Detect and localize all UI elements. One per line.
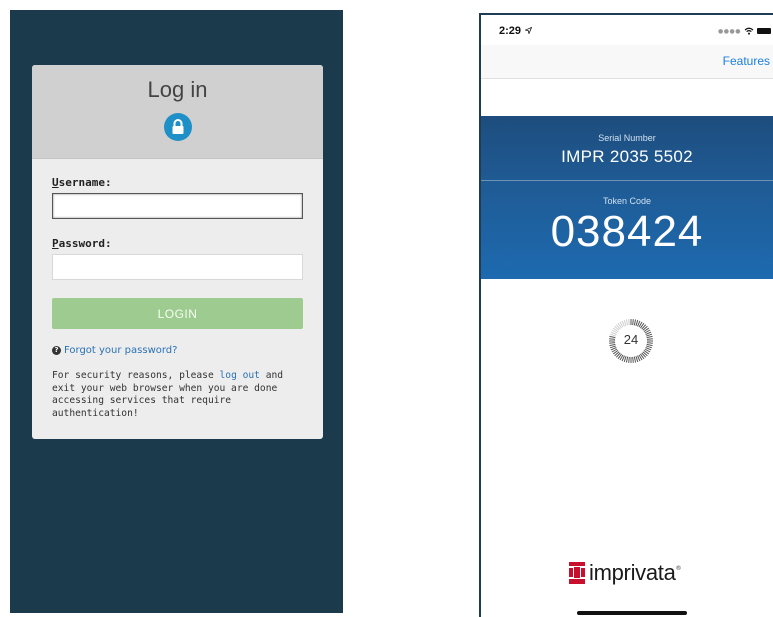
login-title: Log in <box>147 77 208 102</box>
login-page: Log in Username: Password: LOGIN ? Forgo… <box>10 10 343 613</box>
features-link[interactable]: Features <box>723 54 770 68</box>
phone-screen: 2:29 ●●●● Features Serial Number IMPR 20… <box>479 13 773 617</box>
token-panel: Serial Number IMPR 2035 5502 Token Code … <box>481 116 773 279</box>
logout-link[interactable]: log out <box>220 370 260 381</box>
token-code-value: 038424 <box>550 207 704 256</box>
forgot-password-link[interactable]: Forgot your password? <box>64 345 177 356</box>
location-arrow-icon <box>524 26 533 35</box>
login-form: Username: Password: LOGIN ? Forgot your … <box>32 159 323 420</box>
password-input[interactable] <box>52 254 303 280</box>
status-icons: ●●●● <box>718 27 771 35</box>
username-label: Username: <box>52 176 112 189</box>
serial-number-label: Serial Number <box>598 133 656 143</box>
imprivata-logo: imprivata ® <box>568 560 682 586</box>
status-bar: 2:29 ●●●● <box>481 15 773 45</box>
password-label: Password: <box>52 237 112 250</box>
forgot-password-row: ? Forgot your password? <box>52 345 303 356</box>
wifi-icon <box>744 27 754 35</box>
home-indicator[interactable] <box>577 611 687 615</box>
login-button[interactable]: LOGIN <box>52 298 303 329</box>
nav-bar: Features <box>481 45 773 79</box>
battery-icon <box>757 28 771 34</box>
lock-icon <box>163 113 192 141</box>
serial-number-value: IMPR 2035 5502 <box>561 147 693 166</box>
brand-name: imprivata <box>589 560 676 585</box>
serial-block: Serial Number IMPR 2035 5502 <box>481 116 773 181</box>
login-card: Log in Username: Password: LOGIN ? Forgo… <box>32 65 323 439</box>
status-time: 2:29 <box>499 25 533 37</box>
imprivata-mark-icon <box>569 562 585 584</box>
token-code-label: Token Code <box>602 196 652 206</box>
question-circle-icon: ? <box>52 346 61 355</box>
countdown-seconds: 24 <box>623 332 639 347</box>
brand-trademark: ® <box>675 565 682 572</box>
login-header: Log in <box>32 65 323 159</box>
countdown-timer: 24 <box>607 317 655 365</box>
username-input[interactable] <box>52 193 303 219</box>
security-note: For security reasons, please log out and… <box>52 370 284 419</box>
signal-dots-icon: ●●●● <box>718 27 741 35</box>
